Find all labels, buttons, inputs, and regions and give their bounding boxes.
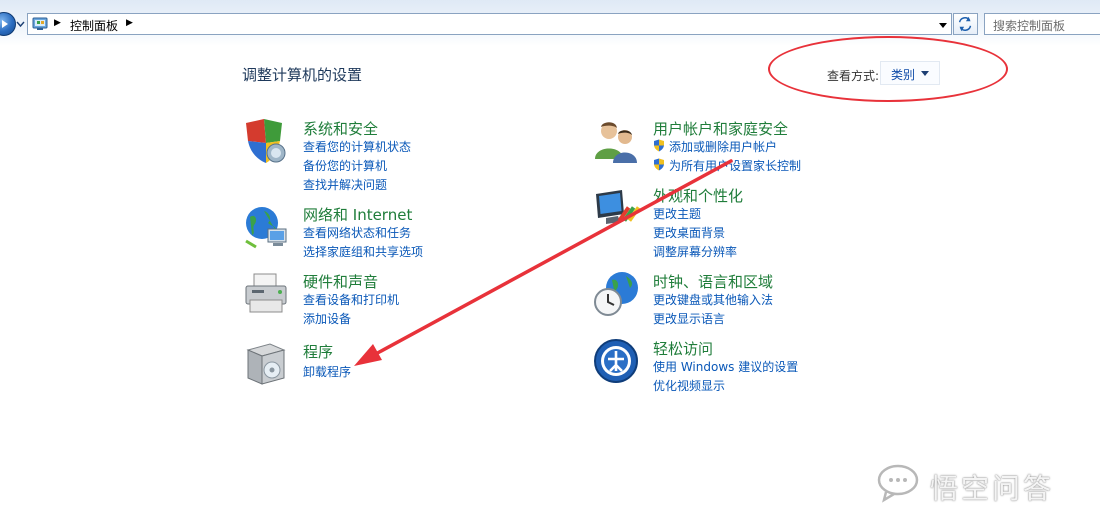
recent-pages-chevron-icon[interactable] [16, 20, 25, 28]
breadcrumb-separator-icon[interactable]: ▶ [54, 18, 61, 28]
address-dropdown-icon[interactable] [936, 18, 950, 32]
watermark: 悟空问答 [876, 461, 1086, 505]
refresh-icon [958, 16, 972, 32]
control-panel-icon [32, 17, 48, 30]
category-link[interactable]: 更改主题 [653, 205, 701, 222]
watermark-text: 悟空问答 [930, 472, 1055, 505]
network-globe-icon [245, 207, 287, 249]
category-link[interactable]: 使用 Windows 建议的设置 [653, 358, 798, 375]
breadcrumb-control-panel[interactable]: 控制面板 [70, 17, 118, 34]
view-by-label: 查看方式: [827, 69, 880, 83]
ease-of-access-icon [594, 339, 638, 383]
chevron-down-icon [921, 71, 929, 76]
category-link[interactable]: 查看您的计算机状态 [303, 138, 411, 155]
address-toolbar: ▶ 控制面板 ▶ 搜索控制面板 [0, 0, 1100, 46]
refresh-button[interactable] [953, 13, 978, 35]
shield-security-icon [246, 119, 286, 163]
back-button[interactable] [0, 12, 16, 36]
category-title[interactable]: 程序 [303, 341, 333, 362]
category-link[interactable]: 备份您的计算机 [303, 157, 387, 174]
category-title[interactable]: 用户帐户和家庭安全 [653, 118, 788, 139]
uac-shield-icon [654, 139, 664, 152]
search-input[interactable]: 搜索控制面板 [984, 13, 1100, 35]
printer-hardware-icon [245, 273, 287, 313]
uac-shield-icon [654, 158, 664, 171]
users-icon [595, 122, 637, 163]
category-link[interactable]: 添加或删除用户帐户 [653, 138, 777, 155]
category-title[interactable]: 系统和安全 [303, 118, 378, 139]
category-link[interactable]: 调整屏幕分辨率 [653, 243, 737, 260]
watermark-logo-icon [877, 464, 919, 503]
category-link[interactable]: 更改显示语言 [653, 310, 725, 327]
category-title[interactable]: 网络和 Internet [303, 204, 412, 225]
category-link[interactable]: 优化视频显示 [653, 377, 725, 394]
category-link[interactable]: 查看设备和打印机 [303, 291, 399, 308]
category-link-label: 为所有用户设置家长控制 [669, 159, 802, 173]
category-link-label: 添加或删除用户帐户 [669, 140, 778, 154]
uninstall-program-link[interactable]: 卸载程序 [303, 363, 351, 380]
category-link[interactable]: 为所有用户设置家长控制 [653, 157, 801, 174]
address-bar[interactable]: ▶ 控制面板 ▶ [27, 13, 952, 35]
category-link[interactable]: 添加设备 [303, 310, 351, 327]
category-title[interactable]: 外观和个性化 [653, 185, 743, 206]
view-by-dropdown[interactable]: 类别 [880, 61, 940, 85]
category-link[interactable]: 查看网络状态和任务 [303, 224, 411, 241]
category-link[interactable]: 查找并解决问题 [303, 176, 387, 193]
breadcrumb-separator-icon[interactable]: ▶ [126, 18, 133, 28]
category-title[interactable]: 时钟、语言和区域 [653, 271, 773, 292]
view-by-value: 类别 [891, 68, 916, 82]
page-title: 调整计算机的设置 [242, 66, 363, 84]
category-link[interactable]: 更改桌面背景 [653, 224, 725, 241]
category-link[interactable]: 更改键盘或其他输入法 [653, 291, 773, 308]
appearance-monitor-icon [596, 190, 640, 224]
programs-box-icon [246, 343, 286, 385]
category-title[interactable]: 硬件和声音 [303, 271, 378, 292]
category-link[interactable]: 选择家庭组和共享选项 [303, 243, 423, 260]
category-title[interactable]: 轻松访问 [653, 338, 713, 359]
clock-globe-icon [594, 272, 638, 316]
